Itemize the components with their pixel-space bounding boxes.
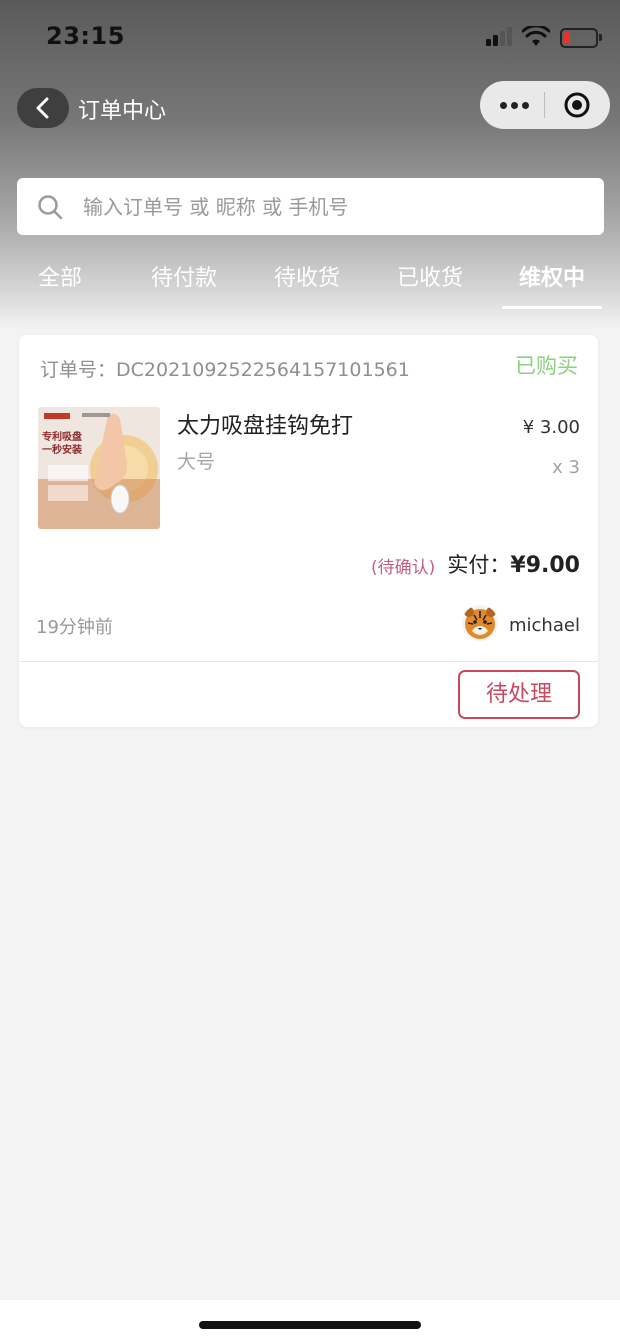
confirm-status: (待确认) <box>371 558 436 578</box>
product-name[interactable]: 太力吸盘挂钩免打 <box>177 408 353 440</box>
product-quantity: x 3 <box>552 457 580 478</box>
order-time: 19分钟前 <box>36 617 113 638</box>
more-dots-icon <box>500 102 507 109</box>
tab-received[interactable]: 已收货 <box>384 262 476 312</box>
tab-pending-receipt[interactable]: 待收货 <box>261 262 353 312</box>
paid-label: 实付： <box>447 553 511 577</box>
tab-after-sales[interactable]: 维权中 <box>506 262 598 312</box>
avatar[interactable] <box>462 605 498 641</box>
capsule-divider <box>544 92 545 118</box>
home-indicator[interactable] <box>199 1321 421 1329</box>
tab-all[interactable]: 全部 <box>20 262 100 312</box>
user-name[interactable]: michael <box>509 615 580 636</box>
tiger-avatar-icon <box>462 605 498 641</box>
order-tabs: 全部 待付款 待收货 已收货 维权中 <box>0 262 620 312</box>
signal-icon <box>486 26 516 48</box>
product-spec: 大号 <box>177 451 216 473</box>
thumbnail-text: 专利吸盘 一秒安装 <box>42 432 82 456</box>
more-button[interactable] <box>500 96 530 114</box>
product-price: ¥ 3.00 <box>522 417 580 438</box>
close-target-icon[interactable] <box>564 92 590 118</box>
product-image <box>38 407 160 529</box>
chevron-left-icon <box>36 97 49 119</box>
pending-action-button[interactable]: 待处理 <box>458 670 580 719</box>
active-tab-indicator <box>502 306 602 309</box>
card-divider <box>19 661 598 662</box>
search-input[interactable] <box>81 186 585 228</box>
order-status-badge: 已购买 <box>515 354 578 378</box>
wifi-icon <box>522 26 550 46</box>
search-bar <box>17 178 604 235</box>
mini-program-capsule <box>480 81 610 129</box>
paid-total: 实付：¥9.00 <box>447 549 580 579</box>
back-button[interactable] <box>17 88 69 128</box>
page-title: 订单中心 <box>78 99 167 124</box>
status-icons <box>486 26 602 50</box>
paid-amount: ¥9.00 <box>510 553 580 578</box>
status-time: 23:15 <box>46 22 125 50</box>
tab-pending-payment[interactable]: 待付款 <box>138 262 230 312</box>
order-card[interactable]: 订单号：DC2021092522564157101561 已购买 专利吸盘 一秒… <box>19 335 598 727</box>
battery-icon <box>560 28 602 48</box>
search-icon <box>38 195 63 220</box>
order-number: 订单号：DC2021092522564157101561 <box>40 359 410 381</box>
product-thumbnail[interactable]: 专利吸盘 一秒安装 <box>38 407 160 529</box>
